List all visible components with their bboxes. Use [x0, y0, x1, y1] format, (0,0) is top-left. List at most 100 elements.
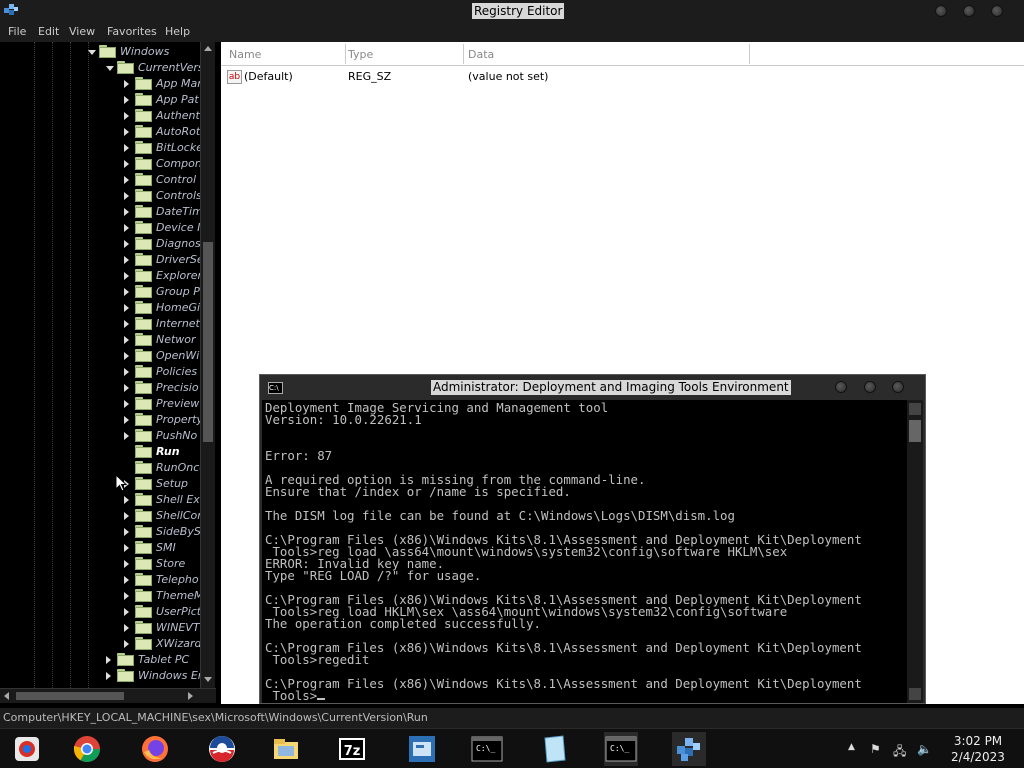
expand-arrow-icon[interactable]: [124, 288, 129, 296]
tree-horizontal-scrollbar[interactable]: [0, 688, 216, 703]
tray-overflow-icon[interactable]: ▲: [848, 742, 855, 752]
scroll-up-icon[interactable]: [204, 46, 212, 51]
obama-logo-icon[interactable]: [205, 732, 239, 766]
scroll-thumb[interactable]: [203, 242, 213, 442]
folder-icon: [135, 365, 152, 378]
regedit-icon[interactable]: [672, 732, 706, 766]
expand-arrow-icon[interactable]: [124, 608, 129, 616]
expand-arrow-icon[interactable]: [124, 208, 129, 216]
cmd-titlebar[interactable]: C:\ Administrator: Deployment and Imagin…: [260, 375, 925, 400]
folder-icon: [135, 541, 152, 554]
cmd-minimize-button[interactable]: [835, 381, 847, 393]
folder-icon: [135, 157, 152, 170]
expand-arrow-icon[interactable]: [124, 400, 129, 408]
expand-arrow-icon[interactable]: [106, 656, 111, 664]
cmd-maximize-button[interactable]: [864, 381, 876, 393]
expand-arrow-icon[interactable]: [124, 560, 129, 568]
collapse-arrow-icon[interactable]: [88, 50, 96, 55]
value-name[interactable]: (Default): [244, 70, 293, 83]
expand-arrow-icon[interactable]: [124, 128, 129, 136]
file-explorer-icon[interactable]: [269, 732, 303, 766]
expand-arrow-icon[interactable]: [124, 528, 129, 536]
expand-arrow-icon[interactable]: [124, 640, 129, 648]
expand-arrow-icon[interactable]: [124, 304, 129, 312]
expand-arrow-icon[interactable]: [124, 544, 129, 552]
scroll-thumb-horizontal[interactable]: [16, 692, 124, 700]
console-line: Ensure that /index or /name is specified…: [265, 484, 571, 499]
expand-arrow-icon[interactable]: [124, 416, 129, 424]
expand-arrow-icon[interactable]: [124, 224, 129, 232]
scroll-left-icon[interactable]: [4, 692, 9, 700]
cmd-icon-active[interactable]: C:\_: [604, 732, 638, 766]
tree-item-label: Setup: [156, 477, 189, 490]
menu-favorites[interactable]: Favorites: [107, 25, 157, 38]
maximize-button[interactable]: [963, 5, 975, 17]
column-header-data[interactable]: Data: [468, 48, 494, 61]
expand-arrow-icon[interactable]: [124, 384, 129, 392]
expand-arrow-icon[interactable]: [124, 112, 129, 120]
expand-arrow-icon[interactable]: [124, 96, 129, 104]
expand-arrow-icon[interactable]: [124, 144, 129, 152]
menu-help[interactable]: Help: [165, 25, 190, 38]
minimize-button[interactable]: [935, 5, 947, 17]
scroll-right-icon[interactable]: [188, 692, 193, 700]
expand-arrow-icon[interactable]: [124, 240, 129, 248]
console-scroll-up-icon[interactable]: [909, 403, 921, 415]
column-header-name[interactable]: Name: [229, 48, 261, 61]
folder-icon: [135, 269, 152, 282]
flag-icon[interactable]: ⚑: [870, 742, 881, 756]
tree-item-label: Store: [156, 557, 186, 570]
console-scrollbar[interactable]: [907, 400, 923, 703]
expand-arrow-icon[interactable]: [124, 432, 129, 440]
menu-view[interactable]: View: [69, 25, 95, 38]
expand-arrow-icon[interactable]: [106, 672, 111, 680]
folder-icon: [135, 285, 152, 298]
expand-arrow-icon[interactable]: [124, 368, 129, 376]
regedit-titlebar[interactable]: Registry Editor: [0, 0, 1024, 22]
expand-arrow-icon[interactable]: [124, 160, 129, 168]
expand-arrow-icon[interactable]: [124, 80, 129, 88]
chrome-icon[interactable]: [70, 732, 104, 766]
cmd-window[interactable]: C:\ Administrator: Deployment and Imagin…: [259, 374, 926, 704]
expand-arrow-icon[interactable]: [124, 512, 129, 520]
clock-date: 2/4/2023: [951, 750, 1005, 764]
tree-vertical-scrollbar[interactable]: [200, 42, 215, 688]
registry-tree[interactable]: Windows CurrentVers App Mar App Pat Authent A…: [0, 42, 216, 704]
firefox-icon[interactable]: [138, 732, 172, 766]
expand-arrow-icon[interactable]: [124, 592, 129, 600]
menu-edit[interactable]: Edit: [38, 25, 59, 38]
7zip-icon[interactable]: 7z: [335, 732, 369, 766]
console-scroll-down-icon[interactable]: [909, 688, 921, 700]
expand-arrow-icon[interactable]: [124, 176, 129, 184]
expand-arrow-icon[interactable]: [124, 272, 129, 280]
expand-arrow-icon[interactable]: [124, 320, 129, 328]
volume-icon[interactable]: 🔈: [917, 742, 932, 756]
system-clock[interactable]: 3:02 PM 2/4/2023: [938, 733, 1018, 765]
collapse-arrow-icon[interactable]: [106, 66, 114, 71]
expand-arrow-icon[interactable]: [124, 576, 129, 584]
expand-arrow-icon[interactable]: [124, 496, 129, 504]
server-manager-icon[interactable]: [405, 732, 439, 766]
cmd-window-title: Administrator: Deployment and Imaging To…: [431, 380, 791, 395]
expand-arrow-icon[interactable]: [124, 192, 129, 200]
folder-icon: [135, 525, 152, 538]
console-line: C:\Program Files (x86)\Windows Kits\8.1\…: [265, 676, 862, 691]
column-header-type[interactable]: Type: [348, 48, 373, 61]
console-output[interactable]: Deployment Image Servicing and Managemen…: [262, 400, 908, 703]
scroll-down-icon[interactable]: [204, 677, 212, 682]
cmd-icon[interactable]: C:\_: [470, 732, 504, 766]
close-button[interactable]: [991, 5, 1003, 17]
expand-arrow-icon[interactable]: [124, 256, 129, 264]
expand-arrow-icon[interactable]: [124, 624, 129, 632]
expand-arrow-icon[interactable]: [124, 336, 129, 344]
network-icon[interactable]: 🖧: [893, 742, 906, 763]
cmd-close-button[interactable]: [892, 381, 904, 393]
folder-icon: [135, 589, 152, 602]
notepad-icon[interactable]: [537, 732, 571, 766]
tree-item-label: WINEVT: [156, 621, 200, 634]
menu-file[interactable]: File: [8, 25, 26, 38]
expand-arrow-icon[interactable]: [124, 352, 129, 360]
app-store-icon[interactable]: [10, 732, 44, 766]
console-scroll-thumb[interactable]: [909, 420, 921, 442]
svg-text:7z: 7z: [344, 744, 361, 759]
